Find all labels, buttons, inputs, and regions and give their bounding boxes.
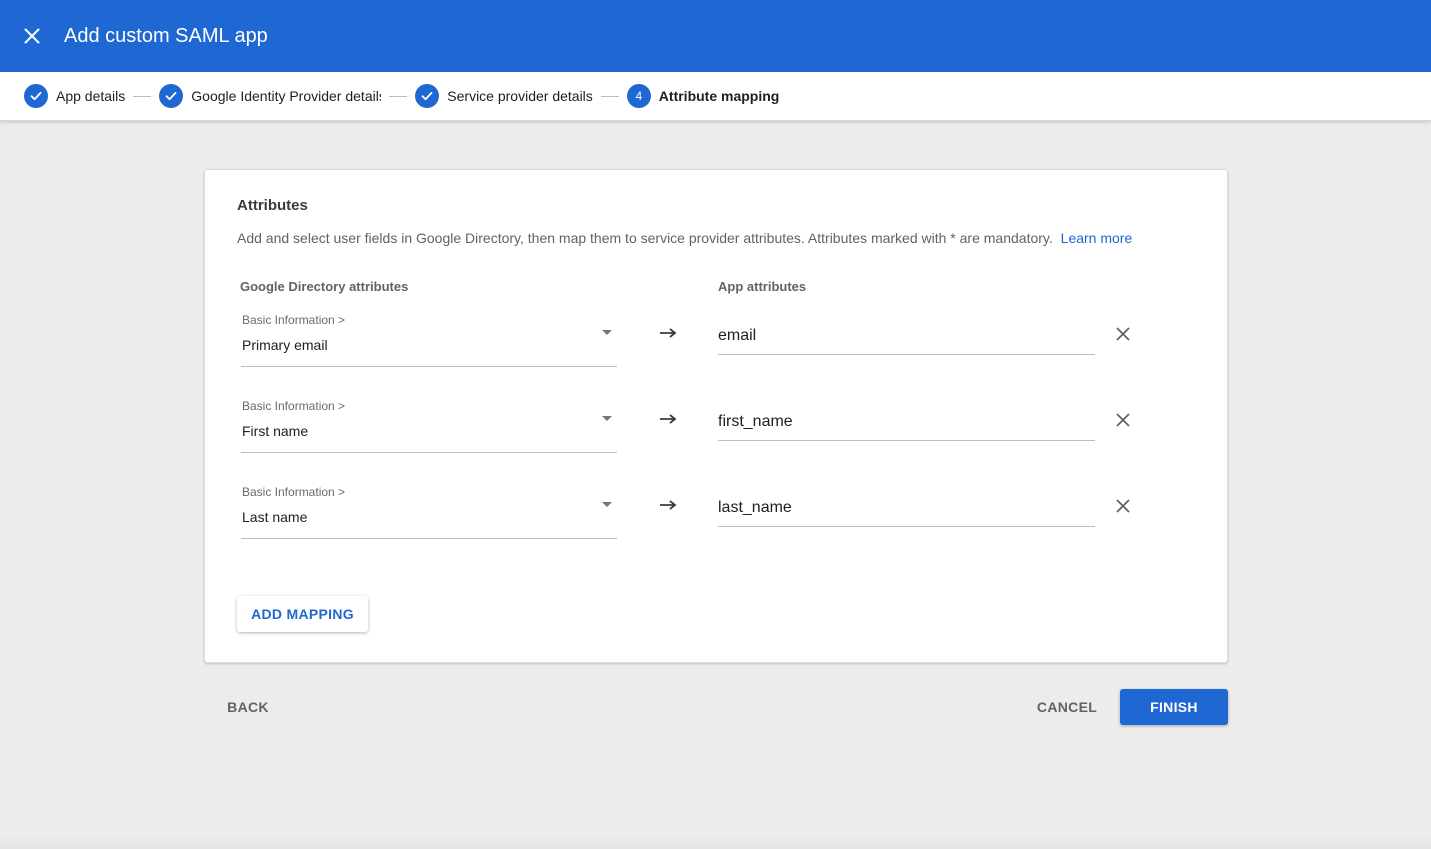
step-complete-badge bbox=[159, 84, 184, 108]
step-number-badge: 4 bbox=[626, 84, 651, 108]
wizard-stepper: App details Google Identity Provider det… bbox=[0, 72, 1431, 121]
step-complete-badge bbox=[415, 84, 440, 108]
step-connector bbox=[389, 95, 408, 97]
app-attributes-header: App attributes bbox=[718, 279, 807, 294]
mapping-row: Basic Information > Primary email bbox=[205, 307, 1229, 367]
close-icon bbox=[24, 28, 40, 44]
step-label: Google Identity Provider details bbox=[191, 88, 382, 104]
app-attribute-input[interactable] bbox=[718, 323, 1095, 355]
app-attribute-input[interactable] bbox=[718, 495, 1095, 527]
attribute-category: Basic Information > bbox=[242, 399, 346, 413]
attribute-category: Basic Information > bbox=[242, 313, 346, 327]
step-label: App details bbox=[56, 88, 126, 104]
step-idp-details[interactable]: Google Identity Provider details bbox=[159, 84, 381, 108]
dropdown-caret-icon bbox=[602, 330, 612, 335]
directory-attribute-select[interactable]: Basic Information > First name bbox=[241, 393, 617, 453]
close-icon bbox=[1116, 413, 1130, 427]
close-icon bbox=[1116, 499, 1130, 513]
page-title: Add custom SAML app bbox=[64, 24, 268, 47]
window-bottom-edge bbox=[0, 835, 1431, 849]
check-icon bbox=[421, 91, 433, 101]
arrow-right-icon bbox=[660, 414, 677, 424]
learn-more-link[interactable]: Learn more bbox=[1061, 230, 1133, 246]
mapping-row: Basic Information > First name bbox=[205, 393, 1229, 453]
step-connector bbox=[600, 95, 619, 97]
app-attribute-input[interactable] bbox=[718, 409, 1095, 441]
directory-attributes-header: Google Directory attributes bbox=[240, 279, 409, 294]
remove-mapping-button[interactable] bbox=[1111, 494, 1135, 518]
attribute-category: Basic Information > bbox=[242, 485, 346, 499]
dropdown-caret-icon bbox=[602, 502, 612, 507]
card-description: Add and select user fields in Google Dir… bbox=[237, 230, 1132, 246]
directory-attribute-select[interactable]: Basic Information > Primary email bbox=[241, 307, 617, 367]
check-icon bbox=[165, 91, 177, 101]
close-icon bbox=[1116, 327, 1130, 341]
step-label: Service provider details bbox=[447, 88, 593, 104]
mapping-row: Basic Information > Last name bbox=[205, 479, 1229, 539]
check-icon bbox=[30, 91, 42, 101]
directory-attribute-select[interactable]: Basic Information > Last name bbox=[241, 479, 617, 539]
remove-mapping-button[interactable] bbox=[1111, 408, 1135, 432]
step-service-provider-details[interactable]: Service provider details bbox=[415, 84, 593, 108]
cancel-button[interactable]: CANCEL bbox=[1030, 689, 1104, 725]
attributes-card: Attributes Add and select user fields in… bbox=[204, 169, 1228, 663]
remove-mapping-button[interactable] bbox=[1111, 322, 1135, 346]
step-complete-badge bbox=[24, 84, 48, 108]
finish-button[interactable]: FINISH bbox=[1120, 689, 1228, 725]
dropdown-caret-icon bbox=[602, 416, 612, 421]
step-attribute-mapping[interactable]: 4 Attribute mapping bbox=[626, 84, 780, 108]
step-connector bbox=[133, 95, 152, 97]
attribute-value: Last name bbox=[242, 509, 308, 525]
app-header: Add custom SAML app bbox=[0, 0, 1431, 72]
card-title: Attributes bbox=[237, 197, 308, 214]
add-mapping-button[interactable]: ADD MAPPING bbox=[237, 596, 368, 632]
arrow-right-icon bbox=[660, 500, 677, 510]
back-button[interactable]: BACK bbox=[218, 689, 278, 725]
step-app-details[interactable]: App details bbox=[24, 84, 125, 108]
attribute-value: First name bbox=[242, 423, 309, 439]
step-label: Attribute mapping bbox=[658, 88, 780, 104]
description-text: Add and select user fields in Google Dir… bbox=[237, 230, 1053, 246]
arrow-right-icon bbox=[660, 328, 677, 338]
attribute-value: Primary email bbox=[242, 337, 328, 353]
close-button[interactable] bbox=[0, 0, 64, 72]
